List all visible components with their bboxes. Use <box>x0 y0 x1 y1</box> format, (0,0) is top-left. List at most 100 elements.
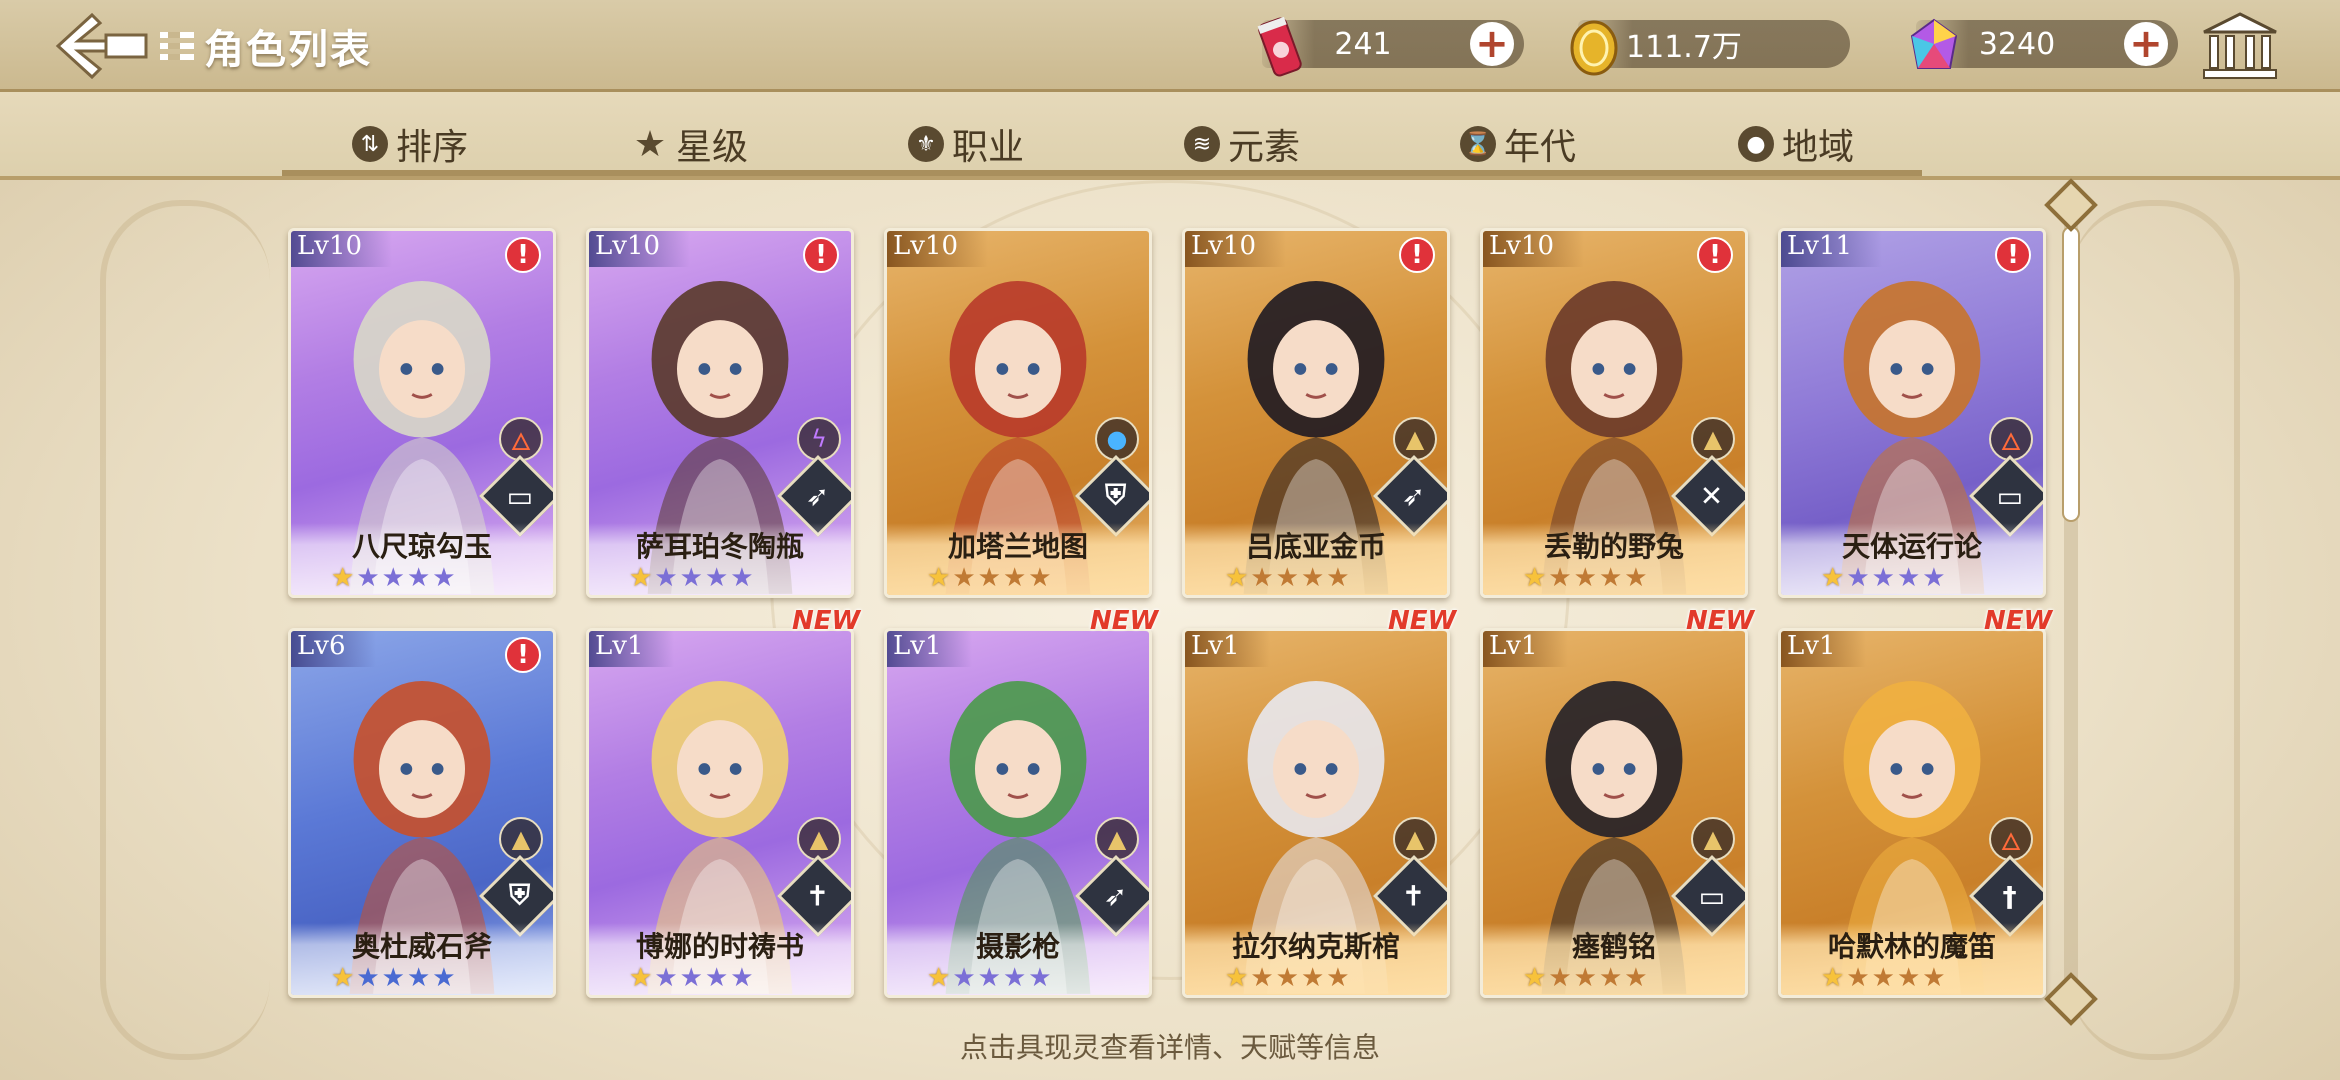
level-badge: Lv1 <box>1483 631 1568 667</box>
star-rating: ★ ★ ★ ★ ★ <box>1523 565 1648 591</box>
star-empty-icon: ★ <box>356 563 380 593</box>
new-badge: NEW <box>1686 606 1755 636</box>
character-name: 天体运行论 <box>1841 530 1982 563</box>
tab-element[interactable]: ≋ 元素 <box>1184 118 1300 170</box>
star-empty-icon: ★ <box>1922 563 1946 593</box>
earth-element-icon: ▲ <box>797 817 841 861</box>
character-card[interactable]: Lv10 ● ⛨ 加塔兰地图 ★ ★ ★ ★ ★ <box>884 228 1152 598</box>
tab-element-label: 元素 <box>1228 127 1301 168</box>
fire-element-icon: 🜂 <box>1989 817 2033 861</box>
star-empty-icon: ★ <box>977 963 1001 993</box>
star-empty-icon: ★ <box>704 563 729 593</box>
character-name: 丢勒的野兔 <box>1543 530 1684 563</box>
tab-era[interactable]: ⌛ 年代 <box>1460 118 1576 170</box>
character-name: 瘗鹤铭 <box>1571 930 1656 963</box>
star-empty-icon: ★ <box>1028 563 1052 593</box>
star-rating: ★ ★ ★ ★ ★ <box>1821 565 1946 591</box>
star-empty-icon: ★ <box>406 963 431 993</box>
resource-stamina: 241 + <box>1257 14 1524 77</box>
tab-region[interactable]: ● 地域 <box>1738 118 1854 170</box>
scrollbar-thumb[interactable] <box>2062 226 2080 522</box>
hint-text: 点击具现灵查看详情、天赋等信息 <box>959 1031 1380 1064</box>
gem-value: 3240 <box>1978 26 2056 62</box>
scrollbar-top-cap <box>2044 178 2098 232</box>
character-card[interactable]: Lv10! ▲ ➶ 吕底亚金币 ★ ★ ★ ★ ★ <box>1182 228 1450 598</box>
water-element-icon: ● <box>1095 417 1139 461</box>
character-card[interactable]: Lv1 ▲ ➶ 摄影枪 ★ ★ ★ ★ ★ <box>884 628 1152 998</box>
star-empty-icon: ★ <box>381 963 405 993</box>
star-empty-icon: ★ <box>1573 563 1597 593</box>
back-button[interactable] <box>52 10 152 82</box>
star-empty-icon: ★ <box>1846 563 1870 593</box>
star-rating: ★ ★ ★ ★ ★ <box>629 565 754 591</box>
star-empty-icon: ★ <box>1598 963 1623 993</box>
tab-region-label: 地域 <box>1782 127 1855 168</box>
character-card[interactable]: Lv10! ϟ ➶ 萨耳珀冬陶瓶 ★ ★ ★ ★ ★ <box>586 228 854 598</box>
star-empty-icon: ★ <box>730 963 754 993</box>
star-filled-icon: ★ <box>331 563 355 593</box>
resource-gold: 111.7万 <box>1570 14 1850 76</box>
star-empty-icon: ★ <box>1871 963 1895 993</box>
earth-element-icon: ▲ <box>1691 817 1735 861</box>
level-badge: Lv10 <box>887 231 989 267</box>
tab-star[interactable]: ★ 星级 <box>632 118 748 170</box>
character-card[interactable]: Lv11! 🜂 ▭ 天体运行论 ★ ★ ★ ★ ★ <box>1778 228 2046 598</box>
character-card[interactable]: Lv1 ▲ ✝ 拉尔纳克斯棺 ★ ★ ★ ★ ★ <box>1182 628 1450 998</box>
star-filled-icon: ★ <box>629 963 653 993</box>
star-filled-icon: ★ <box>331 963 355 993</box>
new-badge: NEW <box>1984 606 2053 636</box>
star-rating: ★ ★ ★ ★ ★ <box>927 965 1052 991</box>
character-card[interactable]: Lv1 ▲ ▭ 瘗鹤铭 ★ ★ ★ ★ ★ <box>1480 628 1748 998</box>
stamina-value: 241 <box>1334 26 1392 62</box>
earth-element-icon: ▲ <box>1691 417 1735 461</box>
star-rating: ★ ★ ★ ★ ★ <box>629 965 754 991</box>
star-filled-icon: ★ <box>1523 963 1547 993</box>
bank-button[interactable] <box>2200 10 2280 82</box>
star-filled-icon: ★ <box>1523 563 1547 593</box>
star-filled-icon: ★ <box>927 563 951 593</box>
star-empty-icon: ★ <box>704 963 729 993</box>
earth-element-icon: ▲ <box>1393 417 1437 461</box>
level-badge: Lv10 <box>291 231 393 267</box>
star-empty-icon: ★ <box>1002 563 1027 593</box>
star-rating: ★ ★ ★ ★ ★ <box>1523 965 1648 991</box>
top-bar: 角色列表 241 + 111.7万 3240 + <box>0 0 2340 92</box>
star-empty-icon: ★ <box>1922 963 1946 993</box>
lightning-element-icon: ϟ <box>797 417 841 461</box>
star-empty-icon: ★ <box>1896 563 1921 593</box>
level-badge: Lv10 <box>1185 231 1287 267</box>
character-name: 摄影枪 <box>975 930 1060 963</box>
character-card[interactable]: Lv1 ▲ ✝ 博娜的时祷书 ★ ★ ★ ★ ★ <box>586 628 854 998</box>
star-filled-icon: ★ <box>927 963 951 993</box>
level-badge: Lv1 <box>1185 631 1270 667</box>
star-filled-icon: ★ <box>1821 563 1845 593</box>
filter-underline <box>282 170 1922 176</box>
fire-element-icon: 🜂 <box>499 417 543 461</box>
alert-icon: ! <box>1995 237 2031 273</box>
character-card[interactable]: Lv1 🜂 † 哈默林的魔笛 ★ ★ ★ ★ ★ <box>1778 628 2046 998</box>
add-stamina-button[interactable]: + <box>1470 22 1514 66</box>
back-arrow-icon <box>55 12 148 80</box>
earth-element-icon: ▲ <box>499 817 543 861</box>
star-empty-icon: ★ <box>1002 963 1027 993</box>
character-card[interactable]: Lv10! 🜂 ▭ 八尺琼勾玉 ★ ★ ★ ★ ★ <box>288 228 556 598</box>
star-empty-icon: ★ <box>381 563 405 593</box>
add-gem-button[interactable]: + <box>2124 22 2168 66</box>
level-badge: Lv1 <box>887 631 972 667</box>
tab-sort-label: 排序 <box>396 127 469 168</box>
character-card[interactable]: Lv10! ▲ ✕ 丢勒的野兔 ★ ★ ★ ★ ★ <box>1480 228 1748 598</box>
star-empty-icon: ★ <box>952 563 976 593</box>
character-card[interactable]: Lv6! ▲ ⛨ 奥杜威石斧 ★ ★ ★ ★ ★ <box>288 628 556 998</box>
character-name: 八尺琼勾玉 <box>351 530 492 563</box>
star-empty-icon: ★ <box>1624 563 1648 593</box>
tab-class[interactable]: ⚜ 职业 <box>908 118 1024 170</box>
star-icon: ★ <box>633 123 667 165</box>
star-empty-icon: ★ <box>1028 963 1052 993</box>
star-empty-icon: ★ <box>1326 963 1350 993</box>
star-empty-icon: ★ <box>1250 963 1274 993</box>
tab-sort[interactable]: ⇅ 排序 <box>352 118 468 170</box>
star-empty-icon: ★ <box>1573 963 1597 993</box>
star-empty-icon: ★ <box>1300 963 1325 993</box>
star-empty-icon: ★ <box>1275 563 1299 593</box>
tab-era-label: 年代 <box>1504 127 1577 168</box>
